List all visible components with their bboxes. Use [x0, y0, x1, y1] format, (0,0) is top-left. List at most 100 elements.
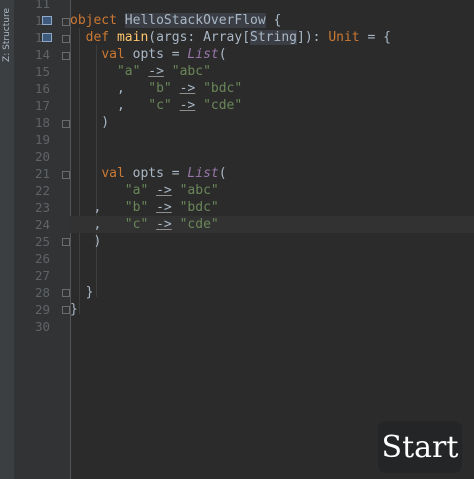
code-token: Unit: [328, 30, 360, 45]
code-token: "abc": [171, 64, 211, 79]
line-number: 30: [34, 319, 50, 334]
line-number: 28: [34, 285, 50, 300]
code-line[interactable]: [70, 250, 474, 267]
code-token: (: [218, 166, 227, 181]
code-line[interactable]: ): [70, 114, 474, 131]
code-token: "bdc": [203, 81, 243, 96]
code-token: object: [70, 13, 125, 28]
code-line[interactable]: [70, 318, 474, 335]
code-line[interactable]: [70, 0, 474, 12]
code-token: val: [101, 47, 133, 62]
fold-toggle-icon[interactable]: [62, 238, 70, 246]
code-token: List: [187, 47, 219, 62]
line-number: 29: [34, 302, 50, 317]
code-line[interactable]: }: [70, 301, 474, 318]
code-line[interactable]: "a" -> "abc": [70, 63, 474, 80]
line-number: 24: [34, 217, 50, 232]
code-token: String: [250, 30, 297, 45]
code-line[interactable]: , "c" -> "cde": [70, 216, 474, 233]
line-number: 23: [34, 200, 50, 215]
code-line[interactable]: ): [70, 233, 474, 250]
code-token: "cde": [179, 217, 219, 232]
structure-tab-label[interactable]: Z: Structure: [2, 8, 12, 62]
start-button[interactable]: Start: [378, 421, 462, 473]
code-line[interactable]: object HelloStackOverFlow {: [70, 12, 474, 29]
code-token: = {: [359, 30, 391, 45]
code-token: {: [265, 13, 282, 28]
line-number: 19: [34, 132, 50, 147]
fold-toggle-icon[interactable]: [62, 171, 70, 179]
code-token: "b": [124, 200, 149, 215]
fold-toggle-icon[interactable]: [62, 18, 70, 26]
code-line[interactable]: val opts = List(: [70, 165, 474, 182]
line-number: 14: [34, 47, 50, 62]
code-token: ->: [156, 183, 172, 198]
override-marker-icon[interactable]: [42, 33, 52, 42]
line-number: 18: [34, 115, 50, 130]
structure-tool-strip[interactable]: Z: Structure: [0, 0, 15, 479]
code-token: opts =: [132, 166, 188, 181]
code-token: }: [70, 302, 78, 317]
code-token: ): [70, 115, 110, 130]
code-line[interactable]: [70, 148, 474, 165]
line-number: 26: [34, 251, 50, 266]
code-line[interactable]: [70, 267, 474, 284]
line-number: 15: [34, 64, 50, 79]
line-number: 27: [34, 268, 50, 283]
code-token: def: [85, 30, 117, 45]
code-token: (: [218, 47, 227, 62]
fold-toggle-icon[interactable]: [62, 120, 70, 128]
code-line[interactable]: , "b" -> "bdc": [70, 199, 474, 216]
code-token: }: [70, 285, 94, 300]
code-editor[interactable]: object HelloStackOverFlow { def main(arg…: [70, 0, 474, 335]
code-token: "bdc": [179, 200, 219, 215]
fold-toggle-icon[interactable]: [62, 306, 70, 314]
line-numbers: 1112131415161718192021222324252627282930: [28, 0, 50, 335]
code-line[interactable]: def main(args: Array[String]): Unit = {: [70, 29, 474, 46]
code-token: ->: [156, 200, 172, 215]
code-token: HelloStackOverFlow: [124, 13, 266, 28]
code-token: "c": [148, 98, 172, 113]
line-number: 11: [34, 0, 50, 11]
fold-toggle-icon[interactable]: [62, 289, 70, 297]
code-token: ,: [70, 81, 149, 96]
code-token: List: [187, 166, 219, 181]
code-token: ]):: [297, 30, 329, 45]
code-token: (args: Array[: [148, 30, 251, 45]
line-number: 20: [34, 149, 50, 164]
code-line[interactable]: val opts = List(: [70, 46, 474, 63]
code-token: val: [101, 166, 133, 181]
fold-toggle-icon[interactable]: [62, 52, 70, 60]
object-marker-icon[interactable]: [42, 16, 52, 25]
fold-toggle-icon[interactable]: [62, 35, 70, 43]
code-line[interactable]: , "c" -> "cde": [70, 97, 474, 114]
code-token: ,: [70, 200, 125, 215]
code-line[interactable]: }: [70, 284, 474, 301]
code-token: main: [116, 30, 149, 45]
code-token: ): [70, 234, 102, 249]
code-token: opts =: [132, 47, 188, 62]
code-line[interactable]: , "b" -> "bdc": [70, 80, 474, 97]
editor-gutter: 1112131415161718192021222324252627282930: [14, 0, 71, 479]
code-line[interactable]: [70, 131, 474, 148]
code-token: "a": [124, 183, 149, 198]
code-line[interactable]: "a" -> "abc": [70, 182, 474, 199]
line-number: 16: [34, 81, 50, 96]
code-token: "c": [124, 217, 149, 232]
code-token: "a": [116, 64, 141, 79]
code-token: ,: [70, 217, 125, 232]
code-token: "abc": [179, 183, 219, 198]
code-token: ->: [179, 98, 196, 113]
code-token: ->: [156, 217, 172, 232]
line-number: 25: [34, 234, 50, 249]
